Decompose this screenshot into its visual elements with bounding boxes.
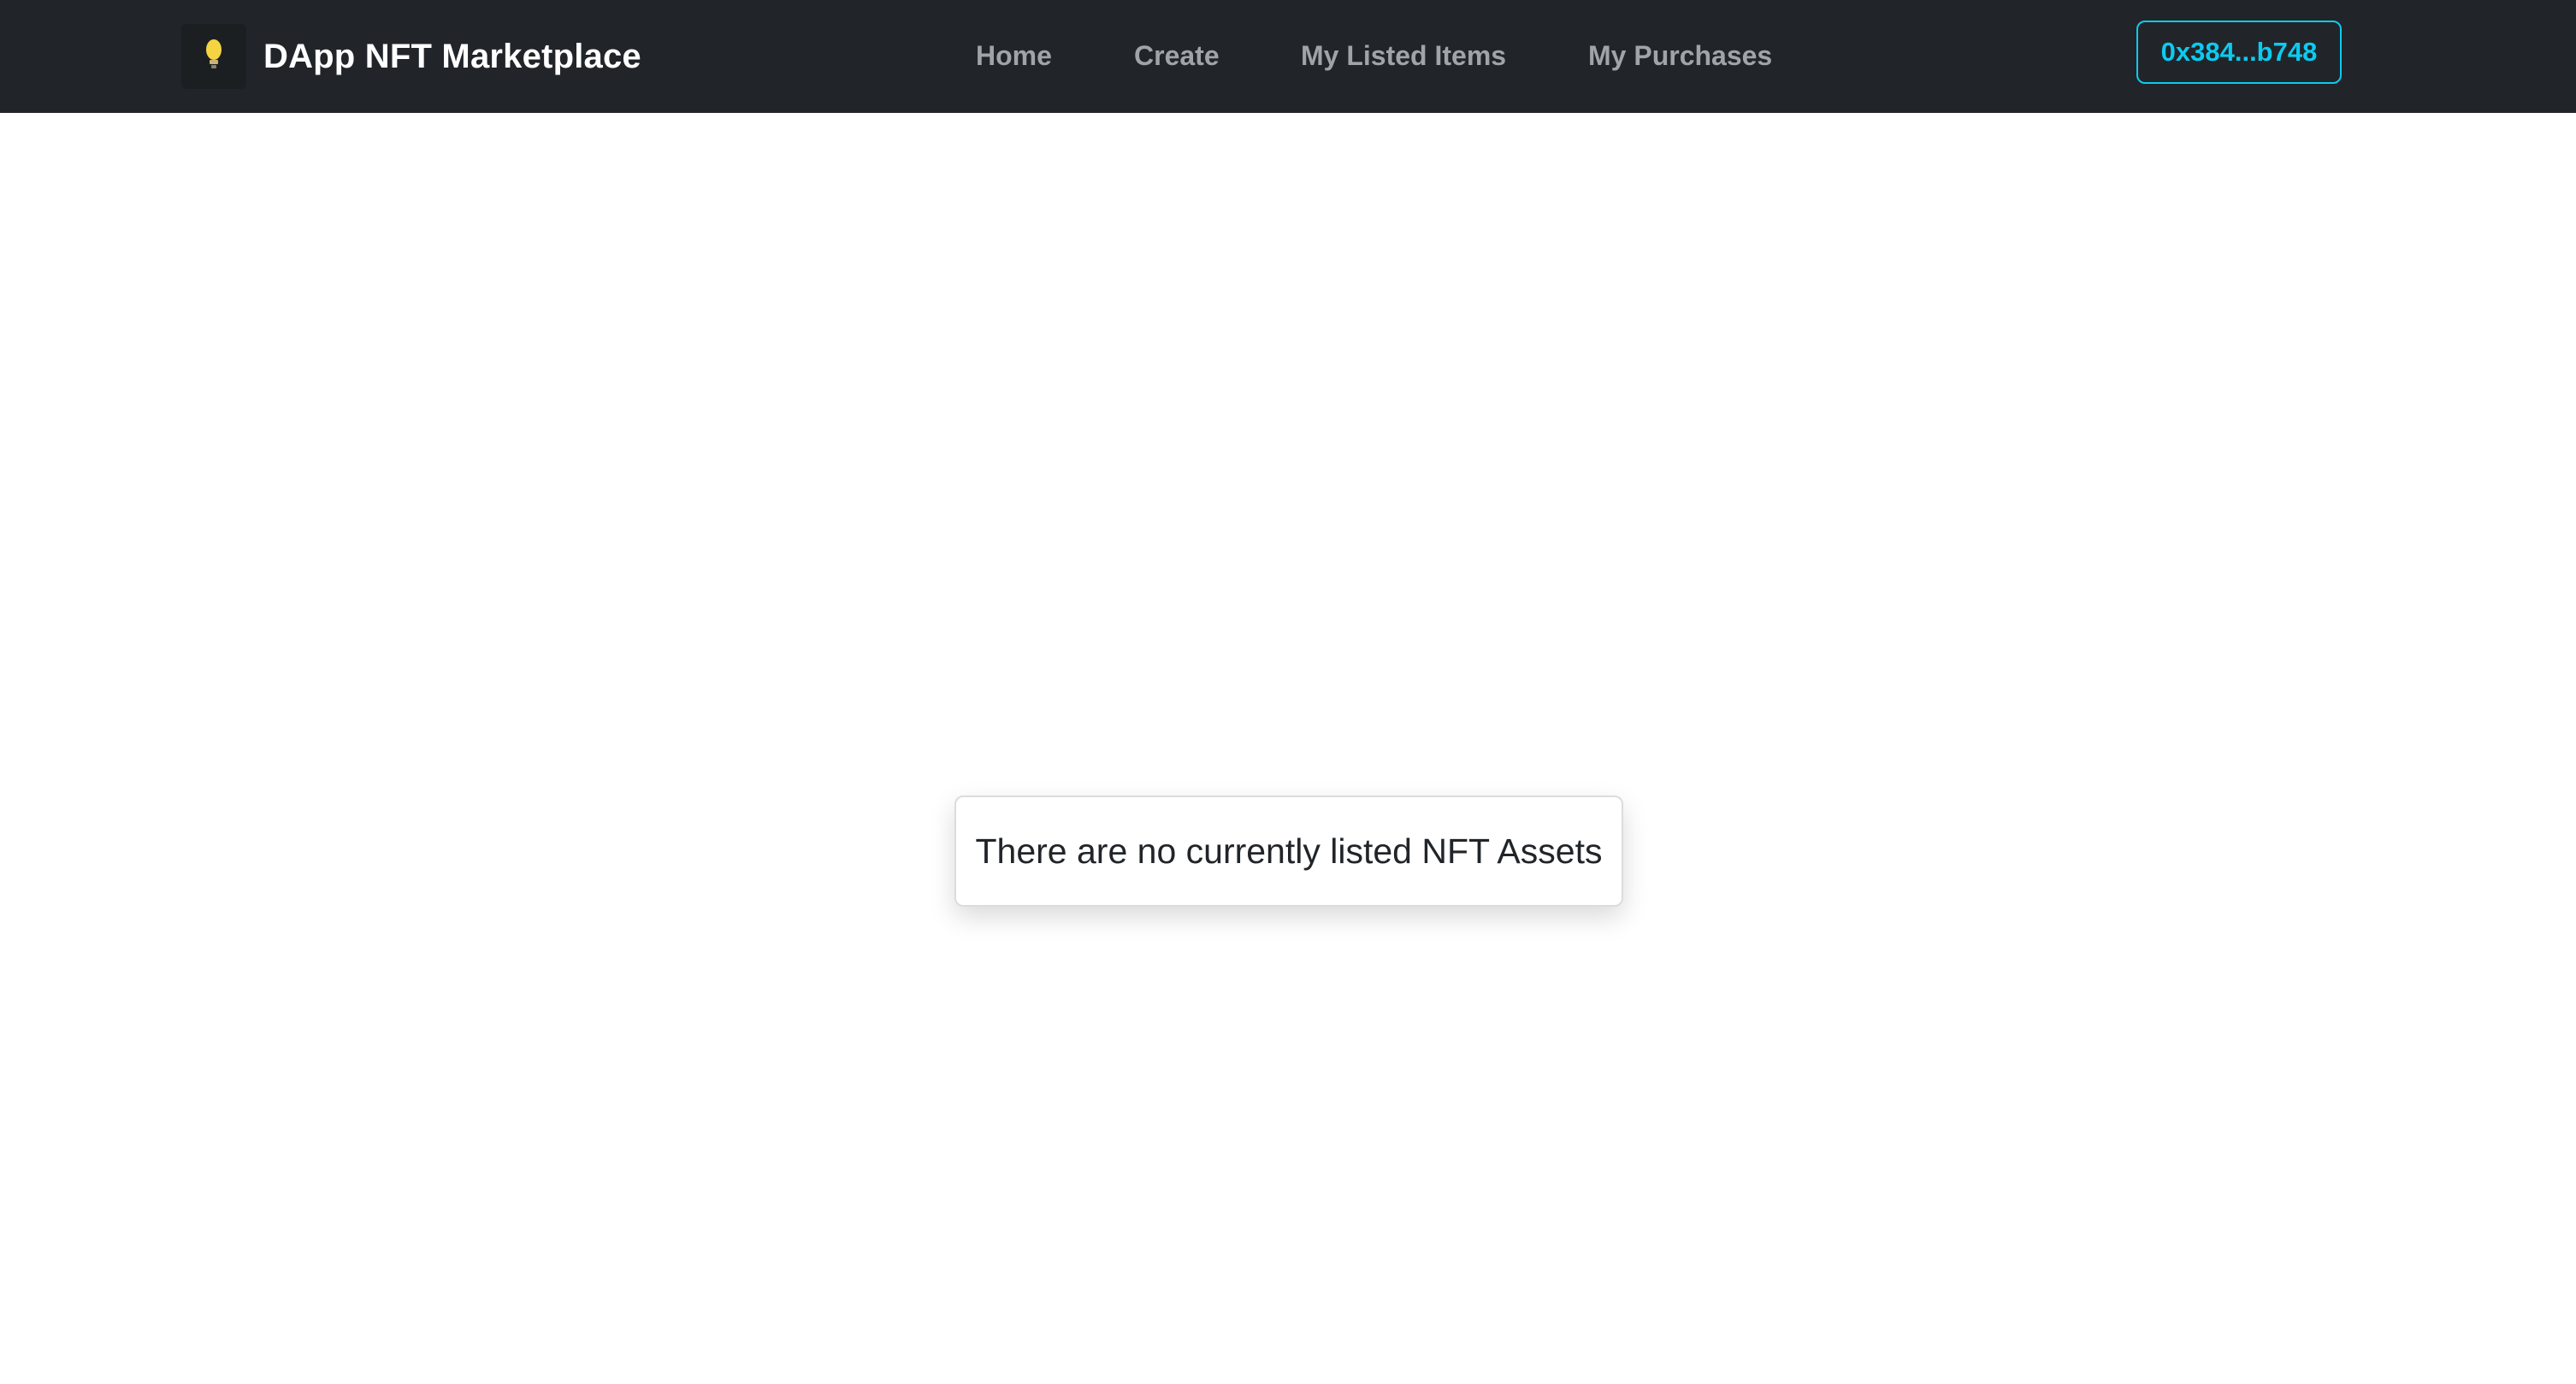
wallet-account-button[interactable]: 0x384...b748	[2136, 21, 2342, 84]
nav-link-my-purchases[interactable]: My Purchases	[1588, 34, 1772, 77]
empty-state-message: There are no currently listed NFT Assets	[975, 831, 1603, 871]
top-navbar: DApp NFT Marketplace Home Create My List…	[0, 0, 2576, 113]
empty-state-card: There are no currently listed NFT Assets	[954, 796, 1623, 907]
nav-link-create[interactable]: Create	[1134, 34, 1220, 77]
nav-link-my-listed-items[interactable]: My Listed Items	[1301, 34, 1506, 77]
nav-link-home[interactable]: Home	[976, 34, 1052, 77]
